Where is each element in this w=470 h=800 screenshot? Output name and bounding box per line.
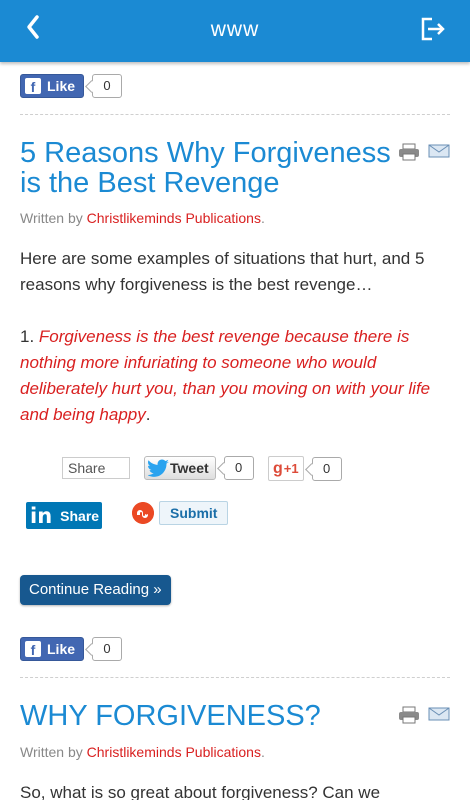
facebook-like-button[interactable]: f Like bbox=[20, 637, 85, 661]
author-link[interactable]: Christlikeminds Publications bbox=[87, 210, 261, 226]
like-count: 0 bbox=[92, 74, 123, 98]
logout-icon[interactable] bbox=[416, 13, 448, 45]
stumbleupon-icon bbox=[132, 502, 154, 524]
print-icon[interactable] bbox=[398, 143, 420, 161]
written-by-label: Written by bbox=[20, 744, 83, 760]
google-plus-icon: g bbox=[273, 459, 283, 477]
article-title[interactable]: 5 Reasons Why Forgiveness is the Best Re… bbox=[20, 138, 400, 198]
email-icon[interactable] bbox=[428, 706, 450, 722]
point-text: Forgiveness is the best revenge because … bbox=[20, 327, 431, 424]
article-byline: Written by Christlikeminds Publications. bbox=[20, 744, 265, 760]
tweet-button[interactable]: Tweet bbox=[144, 456, 216, 480]
linkedin-share-button[interactable]: in Share bbox=[26, 502, 102, 529]
point-number: 1. bbox=[20, 327, 35, 346]
article-title[interactable]: WHY FORGIVENESS? bbox=[20, 701, 400, 731]
app-title: www bbox=[210, 18, 260, 41]
google-plus-count: 0 bbox=[311, 456, 342, 481]
facebook-like-button[interactable]: f Like bbox=[20, 74, 85, 98]
twitter-bird-icon bbox=[148, 459, 169, 477]
point-end: . bbox=[145, 405, 151, 424]
author-link[interactable]: Christlikeminds Publications bbox=[87, 744, 261, 760]
article-tools bbox=[398, 143, 450, 161]
app-bar: www bbox=[0, 0, 470, 62]
byline-end: . bbox=[260, 210, 265, 226]
facebook-like-widget: f Like 0 bbox=[20, 636, 123, 662]
email-icon[interactable] bbox=[428, 143, 450, 159]
article-tools bbox=[398, 706, 450, 724]
stumbleupon-widget: Submit bbox=[132, 501, 229, 525]
tweet-widget: Tweet 0 bbox=[144, 456, 254, 480]
linkedin-share-label: Share bbox=[60, 507, 100, 524]
divider bbox=[20, 677, 450, 678]
stumbleupon-submit-button[interactable]: Submit bbox=[159, 501, 229, 525]
article-intro: So, what is so great about forgiveness? … bbox=[20, 783, 381, 800]
article-point: 1. Forgiveness is the best revenge becau… bbox=[20, 324, 450, 428]
facebook-like-widget: f Like 0 bbox=[20, 73, 123, 99]
google-plus-label: +1 bbox=[283, 461, 299, 476]
tweet-label: Tweet bbox=[170, 460, 209, 476]
article-intro: Here are some examples of situations tha… bbox=[20, 249, 425, 294]
like-label: Like bbox=[47, 78, 76, 94]
google-plus-button[interactable]: g +1 bbox=[268, 456, 304, 481]
like-label: Like bbox=[47, 641, 76, 657]
like-count: 0 bbox=[92, 637, 123, 661]
linkedin-icon: in bbox=[30, 503, 53, 528]
google-plus-widget: g +1 0 bbox=[268, 456, 342, 481]
share-button[interactable]: Share bbox=[62, 457, 130, 479]
byline-end: . bbox=[260, 744, 265, 760]
divider bbox=[20, 114, 450, 115]
print-icon[interactable] bbox=[398, 706, 420, 724]
facebook-icon: f bbox=[25, 641, 41, 657]
facebook-icon: f bbox=[25, 78, 41, 94]
tweet-count: 0 bbox=[223, 456, 254, 480]
written-by-label: Written by bbox=[20, 210, 83, 226]
continue-reading-button[interactable]: Continue Reading » bbox=[20, 575, 171, 605]
article-byline: Written by Christlikeminds Publications. bbox=[20, 210, 265, 226]
